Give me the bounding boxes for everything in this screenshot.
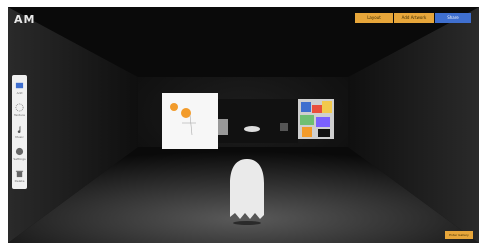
sidebar-item-add[interactable]: Add <box>12 77 27 99</box>
tool-sidebar: Add Texture Music Settings Delete <box>12 75 27 189</box>
sidebar-item-settings[interactable]: Settings <box>12 143 27 165</box>
trash-icon <box>15 170 24 178</box>
artwork-center[interactable] <box>218 99 298 143</box>
texture-icon <box>15 103 24 112</box>
ghost-avatar-icon <box>230 159 264 225</box>
sidebar-item-delete[interactable]: Delete <box>12 165 27 187</box>
enter-gallery-button[interactable]: Enter Gallery <box>445 231 473 239</box>
add-artwork-button[interactable]: Add Artwork <box>394 13 434 23</box>
avatar[interactable] <box>226 157 268 231</box>
sidebar-item-texture[interactable]: Texture <box>12 99 27 121</box>
frame-icon <box>15 82 24 89</box>
artwork-right[interactable] <box>298 99 334 139</box>
artwork-left[interactable] <box>162 93 218 149</box>
globe-icon <box>15 147 24 156</box>
top-toolbar: Layout Add Artwork Share <box>355 13 471 23</box>
music-icon <box>17 125 21 134</box>
artwork-center-image <box>218 99 298 143</box>
artwork-right-image <box>298 99 334 139</box>
sidebar-item-music[interactable]: Music <box>12 121 27 143</box>
app-logo[interactable]: AM <box>14 13 35 26</box>
share-button[interactable]: Share <box>435 13 471 23</box>
gallery-viewport[interactable]: AM Layout Add Artwork Share Add Texture … <box>8 7 479 243</box>
artwork-left-image <box>170 103 196 136</box>
layout-button[interactable]: Layout <box>355 13 393 23</box>
